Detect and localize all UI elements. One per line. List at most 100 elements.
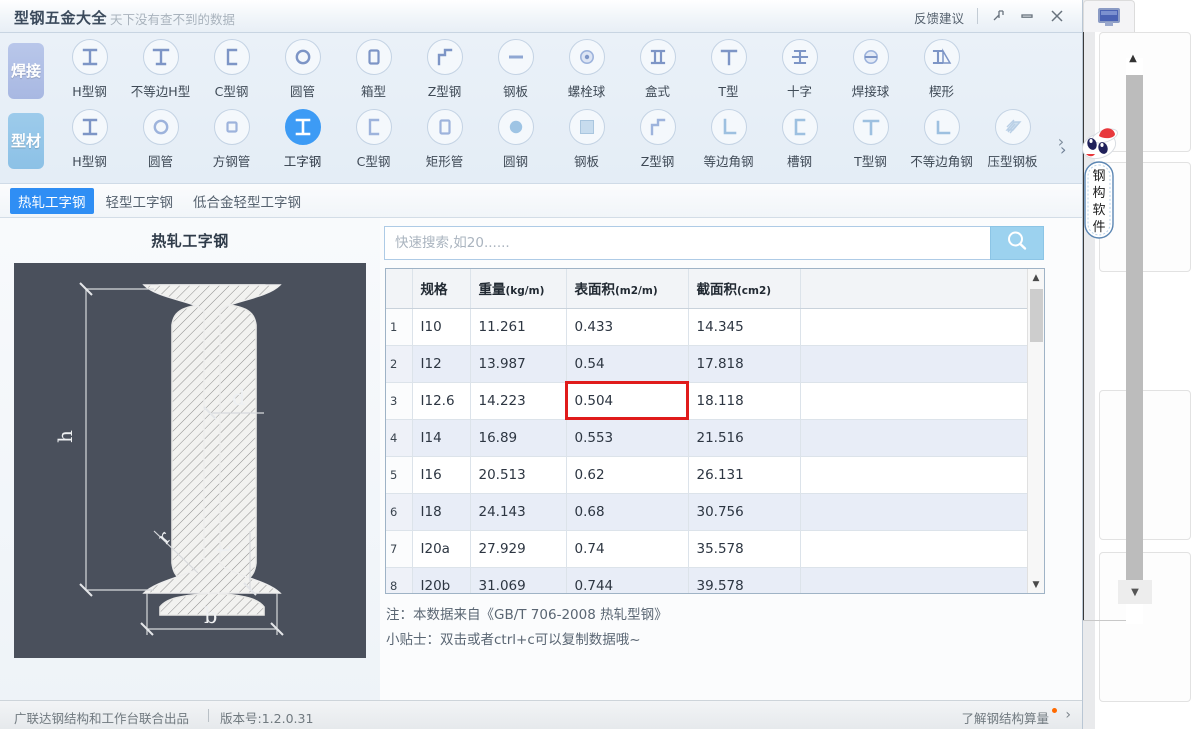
cell-surface[interactable]: 0.62 [566,456,689,494]
cat-item-steel-plate-2[interactable]: 钢板 [551,109,622,170]
cat-item-square-tube[interactable]: 方钢管 [196,109,267,170]
cat-item-h-beam[interactable]: H型钢 [54,39,125,100]
cell-weight[interactable]: 11.261 [470,308,567,346]
scrollbar-thumb[interactable] [1030,289,1043,342]
row-index: 7 [386,530,413,568]
panel-expand-chevron-icon[interactable]: › [1060,140,1066,159]
cell-section[interactable]: 39.578 [688,567,801,593]
cell-spec[interactable]: I20b [412,567,471,593]
cat-item-equal-angle[interactable]: 等边角钢 [693,109,764,170]
tab-hot-rolled-i-beam[interactable]: 热轧工字钢 [10,187,94,214]
cell-weight[interactable]: 16.89 [470,419,567,457]
cell-spec[interactable]: I14 [412,419,471,457]
cell-surface[interactable]: 0.744 [566,567,689,593]
cell-surface[interactable]: 0.433 [566,308,689,346]
h-beam-icon [71,109,108,145]
cat-item-welded-ball[interactable]: 焊接球 [835,39,906,100]
cell-spec[interactable]: I20a [412,530,471,568]
data-table: 规格 重量(kg/m) 表面积(m2/m) 截面积(cm2) 1 I10 11.… [386,269,1029,593]
table-row[interactable]: 6 I18 24.143 0.68 30.756 [386,493,1029,531]
cell-weight[interactable]: 14.223 [470,382,567,420]
chevron-up-icon[interactable]: ▲ [1028,269,1044,286]
background-scroll-down-icon[interactable]: ▼ [1118,580,1152,604]
footer-link[interactable]: 了解钢结构算量 [961,708,1049,727]
background-scrollbar-thumb[interactable] [1126,75,1143,587]
cat-item-h-beam-2[interactable]: H型钢 [54,109,125,170]
close-icon[interactable] [1046,7,1068,25]
feedback-button[interactable]: 反馈建议 [914,8,964,27]
background-taskbar-tab[interactable] [1083,0,1135,32]
cell-surface[interactable]: 0.74 [566,530,689,568]
category-tag-profile[interactable]: 型材 [8,113,44,169]
cat-item-profiled-plate[interactable]: 压型钢板 [977,109,1048,170]
cat-item-i-beam[interactable]: 工字钢 [267,109,338,170]
header-surface-area[interactable]: 表面积(m2/m) [566,269,689,309]
cat-item-cross-section[interactable]: 十字 [764,39,835,100]
cat-item-z-section-2[interactable]: Z型钢 [622,109,693,170]
cell-weight[interactable]: 24.143 [470,493,567,531]
table-row[interactable]: 7 I20a 27.929 0.74 35.578 [386,530,1029,568]
tab-light-i-beam[interactable]: 轻型工字钢 [98,188,182,214]
table-row[interactable]: 3 I12.6 14.223 0.504 18.118 [386,381,1029,420]
cell-weight[interactable]: 20.513 [470,456,567,494]
pin-icon[interactable] [988,7,1010,25]
cat-item-round-tube-2[interactable]: 圆管 [125,109,196,170]
cell-spec[interactable]: I12 [412,345,471,383]
cell-surface[interactable]: 0.553 [566,419,689,457]
table-row[interactable]: 2 I12 13.987 0.54 17.818 [386,345,1029,383]
table-row[interactable]: 4 I14 16.89 0.553 21.516 [386,419,1029,457]
cat-item-t-bar[interactable]: T型钢 [835,109,906,170]
tab-low-alloy-light-i-beam[interactable]: 低合金轻型工字钢 [185,188,309,214]
chevron-right-icon[interactable]: › [1065,707,1071,723]
cat-item-unequal-h-beam[interactable]: 不等边H型 [125,39,196,100]
cat-item-box-section[interactable]: 箱型 [338,39,409,100]
cell-section[interactable]: 30.756 [688,493,801,531]
cat-item-t-section[interactable]: T型 [693,39,764,100]
table-row[interactable]: 5 I16 20.513 0.62 26.131 [386,456,1029,494]
cat-item-bolt-ball[interactable]: 螺栓球 [551,39,622,100]
table-row[interactable]: 8 I20b 31.069 0.744 39.578 [386,567,1029,593]
search-button[interactable] [990,226,1044,260]
cell-spec[interactable]: I10 [412,308,471,346]
category-tag-welded[interactable]: 焊接 [8,43,44,99]
cat-item-c-channel[interactable]: C型钢 [196,39,267,100]
cat-item-label: C型钢 [356,154,391,169]
cat-item-z-section[interactable]: Z型钢 [409,39,480,100]
cat-item-rect-tube[interactable]: 矩形管 [409,109,480,170]
background-scroll-up-icon[interactable]: ▲ [1118,46,1148,70]
cell-weight[interactable]: 31.069 [470,567,567,593]
cell-section[interactable]: 17.818 [688,345,801,383]
cell-surface[interactable]: 0.68 [566,493,689,531]
cat-item-wedge[interactable]: 楔形 [906,39,977,100]
cell-section[interactable]: 14.345 [688,308,801,346]
cat-item-round-tube[interactable]: 圆管 [267,39,338,100]
mascot-widget[interactable]: 钢 构 软 件 [1077,118,1125,258]
cell-surface-highlighted[interactable]: 0.504 [565,381,689,420]
cell-section[interactable]: 18.118 [688,382,801,420]
header-spec[interactable]: 规格 [412,269,471,309]
minimize-icon[interactable] [1016,7,1038,25]
cat-item-unequal-angle[interactable]: 不等边角钢 [906,109,977,170]
cat-item-steel-plate[interactable]: 钢板 [480,39,551,100]
table-row[interactable]: 1 I10 11.261 0.433 14.345 [386,308,1029,346]
cell-surface[interactable]: 0.54 [566,345,689,383]
cell-spec[interactable]: I18 [412,493,471,531]
title-bar: 型钢五金大全 天下没有查不到的数据 反馈建议 [0,0,1082,33]
cat-item-channel[interactable]: 槽钢 [764,109,835,170]
cell-section[interactable]: 35.578 [688,530,801,568]
cell-section[interactable]: 21.516 [688,419,801,457]
cat-item-cassette[interactable]: 盒式 [622,39,693,100]
cell-spec[interactable]: I12.6 [412,382,471,420]
table-scrollbar[interactable]: ▲ ▼ [1027,269,1044,593]
header-section-area[interactable]: 截面积(cm2) [688,269,801,309]
steel-plate-icon [497,39,534,75]
search-input[interactable] [384,226,990,260]
cat-item-c-channel-2[interactable]: C型钢 [338,109,409,170]
cell-weight[interactable]: 27.929 [470,530,567,568]
cat-item-round-bar[interactable]: 圆钢 [480,109,551,170]
header-weight[interactable]: 重量(kg/m) [470,269,567,309]
cell-section[interactable]: 26.131 [688,456,801,494]
chevron-down-icon[interactable]: ▼ [1028,576,1044,593]
cell-weight[interactable]: 13.987 [470,345,567,383]
cell-spec[interactable]: I16 [412,456,471,494]
